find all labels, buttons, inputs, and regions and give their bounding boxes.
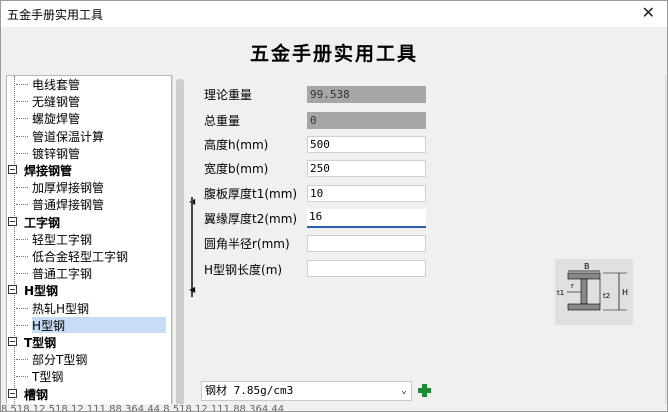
diagram-label-h: H	[622, 288, 628, 297]
tree-item-label: 焊接钢管	[24, 164, 73, 178]
tree-group[interactable]: T型钢	[8, 334, 57, 350]
tree-item[interactable]: T型钢	[16, 368, 64, 385]
tree-item-label: 普通焊接钢管	[32, 198, 105, 213]
flange-thickness-label: 翼缘厚度t2(mm)	[204, 212, 298, 226]
category-tree[interactable]: 电线套管无缝钢管螺旋焊管管道保温计算 镀锌钢管焊接钢管加厚焊接钢管 普通焊接钢管工字…	[6, 75, 172, 411]
tree-item-label: 加厚焊接钢管	[32, 181, 105, 196]
tree-group[interactable]: 工字钢	[8, 214, 61, 230]
tree-connector	[16, 187, 28, 189]
tree-item[interactable]: 电线套管	[16, 76, 81, 92]
tree-item-label: 轻型工字钢	[32, 232, 93, 247]
page-title: 五金手册实用工具	[249, 43, 418, 65]
height-input[interactable]: 500	[307, 136, 426, 153]
tree-group[interactable]: 焊接钢管	[8, 162, 73, 178]
panel-splitter[interactable]: ◀ ◀	[189, 197, 197, 297]
collapse-left-icon-2[interactable]: ◀	[189, 285, 195, 294]
collapse-icon[interactable]	[8, 216, 17, 226]
tree-item[interactable]: 热轧H型钢	[16, 300, 90, 316]
h-beam-diagram: B H t2 t1 r	[555, 259, 633, 325]
collapse-icon[interactable]	[8, 337, 17, 346]
tree-connector	[16, 152, 28, 154]
tree-connector	[16, 238, 28, 240]
tree-item-label: 螺旋焊管	[32, 112, 81, 127]
tree-item[interactable]: 管道保温计算	[16, 128, 105, 144]
chevron-down-icon[interactable]: ⌄	[401, 382, 407, 400]
tree-item[interactable]: 加厚焊接钢管	[16, 179, 105, 196]
tree-item-label: 工字钢	[24, 215, 61, 230]
length-label: H型钢长度(m)	[204, 263, 283, 277]
tree-item[interactable]: 镀锌钢管	[16, 145, 81, 161]
splitter-bar[interactable]	[191, 197, 193, 297]
total-weight-label: 总重量	[204, 114, 241, 128]
background-table-row: 8 518.12 518.12 111.88 364.44 8 518.12 1…	[1, 404, 667, 411]
tree-item-label: 低合金轻型工字钢	[32, 250, 129, 264]
tree-item[interactable]: H型钢	[16, 316, 166, 333]
tree-item-label: 管道保温计算	[32, 129, 105, 144]
tree-connector	[16, 256, 28, 257]
add-material-button[interactable]	[417, 383, 432, 398]
flange-thickness-input[interactable]: 16	[307, 209, 426, 228]
theoretical-weight-field: 99.538	[307, 86, 426, 103]
tree-connector	[16, 324, 28, 326]
tree-item-label: 无缝钢管	[32, 95, 81, 110]
plus-icon	[418, 384, 431, 397]
collapse-icon[interactable]	[8, 285, 17, 295]
tree-connector	[16, 118, 28, 120]
tree-item-label: 热轧H型钢	[32, 301, 90, 316]
diagram-label-t1: t1	[557, 289, 564, 297]
title-bar: 五金手册实用工具 ✕	[1, 1, 667, 27]
total-weight-field: 0	[307, 112, 426, 129]
diagram-label-t2: t2	[603, 292, 610, 300]
collapse-icon[interactable]	[8, 388, 17, 398]
tree-item-label: T型钢	[32, 370, 64, 385]
tree-item[interactable]: 部分T型钢	[16, 351, 88, 368]
right-edge	[665, 75, 667, 405]
web-thickness-label: 腹板厚度t1(mm)	[204, 187, 298, 201]
window-title: 五金手册实用工具	[7, 8, 104, 22]
width-input[interactable]: 250	[307, 160, 426, 177]
material-select-value: 钢材 7.85g/cm3	[205, 384, 294, 397]
collapse-icon[interactable]	[8, 165, 17, 174]
app-header: 五金手册实用工具	[1, 27, 667, 75]
length-input[interactable]	[307, 260, 426, 277]
material-select[interactable]: 钢材 7.85g/cm3 ⌄	[201, 381, 412, 401]
tree-item-label: 部分T型钢	[32, 353, 88, 368]
tree-item[interactable]: 普通工字钢	[16, 265, 93, 282]
tree-connector	[16, 101, 28, 103]
tree-connector	[16, 84, 28, 85]
tree-group[interactable]: 槽钢	[8, 386, 49, 402]
tree-connector	[16, 376, 28, 378]
tree-connector	[16, 204, 28, 206]
close-icon[interactable]: ✕	[642, 3, 655, 22]
tree-item[interactable]: 无缝钢管	[16, 93, 81, 110]
tree-group[interactable]: H型钢	[8, 282, 59, 299]
tree-item-label: 镀锌钢管	[32, 146, 81, 161]
theoretical-weight-label: 理论重量	[204, 88, 253, 102]
app-window: 五金手册实用工具 ✕ 五金手册实用工具 电线套管无缝钢管螺旋焊管管道保温计算 镀锌…	[0, 0, 668, 412]
tree-item[interactable]: 螺旋焊管	[16, 110, 81, 127]
tree-item[interactable]: 低合金轻型工字钢	[16, 248, 129, 264]
tree-item-label: H型钢	[24, 284, 59, 299]
tree-item-label: 槽钢	[24, 387, 49, 402]
tree-item-label: 电线套管	[32, 78, 81, 92]
width-label: 宽度b(mm)	[204, 162, 269, 176]
diagram-label-r: r	[571, 282, 574, 290]
tree-connector	[16, 359, 28, 361]
tree-item[interactable]: 轻型工字钢	[16, 231, 93, 247]
tree-connector	[16, 307, 28, 309]
height-label: 高度h(mm)	[204, 138, 269, 152]
tree-item-label: 普通工字钢	[32, 267, 93, 282]
scrollbar-thumb[interactable]	[176, 79, 184, 411]
radius-label: 圆角半径r(mm)	[204, 237, 290, 251]
radius-input[interactable]	[307, 235, 426, 252]
tree-item-label: H型钢	[32, 318, 66, 333]
tree-connector	[16, 135, 28, 137]
web-thickness-input[interactable]: 10	[307, 185, 426, 202]
tree-scrollbar[interactable]	[172, 75, 188, 411]
tree-item-label: T型钢	[24, 336, 57, 350]
diagram-label-b: B	[584, 262, 590, 271]
tree-item[interactable]: 普通焊接钢管	[16, 196, 105, 213]
tree-connector	[16, 273, 28, 275]
tree-line-root	[14, 76, 15, 411]
